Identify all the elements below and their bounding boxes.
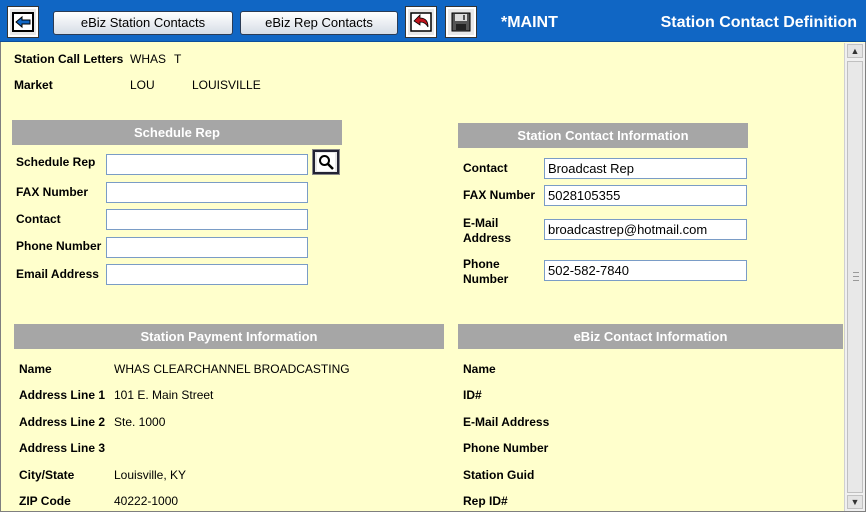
station-call-suffix-value: T	[174, 52, 182, 66]
payment-addr1-value: 101 E. Main Street	[114, 388, 214, 402]
main-content: Station Call Letters WHAS T Market LOU L…	[1, 43, 844, 511]
station-fax-input[interactable]	[544, 185, 747, 206]
station-email-label: E-Mail	[463, 216, 499, 230]
market-label: Market	[14, 78, 53, 92]
ebiz-phone-label: Phone Number	[463, 441, 549, 455]
station-contact-header: Station Contact Information	[458, 123, 748, 148]
payment-addr2-value: Ste. 1000	[114, 415, 166, 429]
schedule-email-label: Email Address	[16, 267, 99, 281]
scrollbar-thumb[interactable]	[847, 61, 863, 493]
payment-name-value: WHAS CLEARCHANNEL BROADCASTING	[114, 362, 350, 376]
station-payment-header: Station Payment Information	[14, 324, 444, 349]
mode-indicator: *MAINT	[501, 14, 558, 31]
search-icon[interactable]	[312, 149, 340, 175]
schedule-rep-input[interactable]	[106, 154, 308, 175]
station-email-label-line2: Address	[463, 231, 512, 245]
ebiz-rep-id-label: Rep ID#	[463, 494, 508, 508]
station-phone-label: Phone	[463, 257, 500, 271]
ebiz-station-contacts-button[interactable]: eBiz Station Contacts	[53, 11, 233, 35]
station-contact-label: Contact	[463, 161, 508, 175]
market-code-value: LOU	[130, 78, 155, 92]
back-arrow-icon[interactable]	[7, 6, 39, 38]
payment-citystate-value: Louisville, KY	[114, 468, 187, 482]
station-fax-label: FAX Number	[463, 188, 536, 202]
vertical-scrollbar[interactable]: ▲ ▼	[844, 43, 865, 511]
market-name-value: LOUISVILLE	[192, 78, 261, 92]
schedule-rep-header: Schedule Rep	[12, 120, 342, 145]
schedule-phone-label: Phone Number	[16, 239, 102, 253]
schedule-fax-input[interactable]	[106, 182, 308, 203]
station-phone-label-line2: Number	[463, 272, 509, 286]
undo-icon[interactable]	[405, 6, 437, 38]
schedule-contact-label: Contact	[16, 212, 61, 226]
station-contact-input[interactable]	[544, 158, 747, 179]
scroll-up-icon[interactable]: ▲	[847, 44, 863, 58]
schedule-email-input[interactable]	[106, 264, 308, 285]
schedule-contact-input[interactable]	[106, 209, 308, 230]
scroll-down-icon[interactable]: ▼	[847, 495, 863, 509]
ebiz-email-label: E-Mail Address	[463, 415, 550, 429]
ebiz-name-label: Name	[463, 362, 496, 376]
station-email-input[interactable]	[544, 219, 747, 240]
ebiz-station-guid-label: Station Guid	[463, 468, 535, 482]
payment-addr2-label: Address Line 2	[19, 415, 106, 429]
ebiz-id-label: ID#	[463, 388, 482, 402]
payment-zip-value: 40222-1000	[114, 494, 179, 508]
schedule-rep-label: Schedule Rep	[16, 155, 96, 169]
page-title: Station Contact Definition	[660, 14, 857, 31]
payment-name-label: Name	[19, 362, 52, 376]
station-phone-input[interactable]	[544, 260, 747, 281]
station-call-letters-label: Station Call Letters	[14, 52, 124, 66]
toolbar: eBiz Station Contacts eBiz Rep Contacts …	[0, 0, 866, 42]
payment-citystate-label: City/State	[19, 468, 75, 482]
ebiz-rep-contacts-button[interactable]: eBiz Rep Contacts	[240, 11, 398, 35]
payment-zip-label: ZIP Code	[19, 494, 71, 508]
schedule-fax-label: FAX Number	[16, 185, 89, 199]
ebiz-contact-header: eBiz Contact Information	[458, 324, 843, 349]
schedule-phone-input[interactable]	[106, 237, 308, 258]
grip-icon	[853, 272, 859, 281]
station-call-letters-value: WHAS	[130, 52, 166, 66]
payment-addr3-label: Address Line 3	[19, 441, 106, 455]
save-icon[interactable]	[445, 6, 477, 38]
payment-addr1-label: Address Line 1	[19, 388, 106, 402]
